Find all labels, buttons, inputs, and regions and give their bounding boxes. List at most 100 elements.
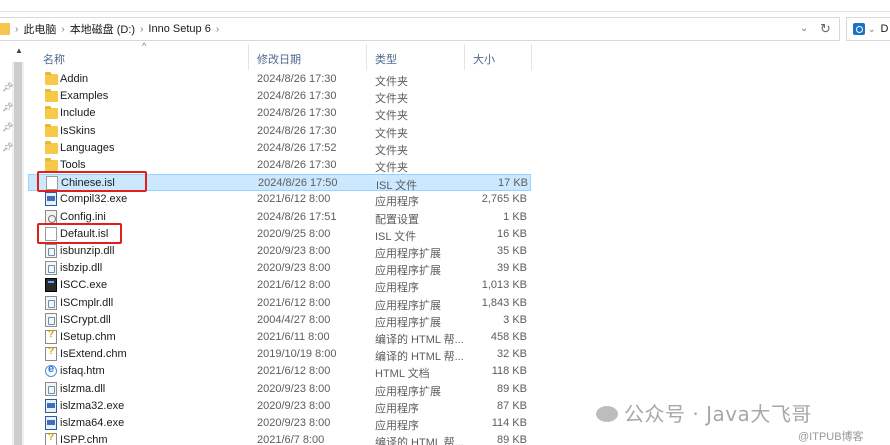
file-name: Config.ini bbox=[60, 210, 106, 223]
column-divider[interactable] bbox=[531, 44, 532, 70]
file-date-modified: 2020/9/23 8:00 bbox=[257, 417, 331, 429]
file-name: ISetup.chm bbox=[60, 331, 116, 343]
folder-icon bbox=[45, 72, 58, 85]
file-row[interactable]: isbzip.dll 2020/9/23 8:00 应用程序扩展 39 KB bbox=[28, 260, 531, 277]
file-row[interactable]: IsSkins 2024/8/26 17:30 文件夹 bbox=[28, 123, 531, 140]
chevron-right-icon[interactable]: › bbox=[140, 24, 143, 35]
sort-ascending-icon: ^ bbox=[142, 41, 147, 51]
file-row[interactable]: ISPP.chm2021/6/7 8:00编译的 HTML 帮...89 KB bbox=[28, 432, 531, 445]
chevron-right-icon[interactable]: › bbox=[15, 24, 18, 35]
wechat-icon bbox=[596, 405, 618, 422]
file-type: ISL 文件 bbox=[375, 230, 417, 243]
folder-icon bbox=[45, 140, 58, 154]
pin-icon[interactable]: 📌︎ bbox=[2, 82, 13, 93]
file-date-modified: 2019/10/19 8:00 bbox=[257, 348, 337, 361]
file-size: 89 KB bbox=[497, 382, 527, 395]
refresh-icon[interactable]: ↻ bbox=[820, 21, 831, 37]
watermark-text: 公众号 · Java大飞哥 bbox=[624, 402, 812, 426]
pin-icon[interactable]: 📌︎ bbox=[2, 102, 13, 113]
folder-icon bbox=[45, 123, 58, 137]
file-row[interactable]: ISCrypt.dll 2004/4/27 8:00 应用程序扩展 3 KB bbox=[28, 312, 531, 329]
file-size: 114 KB bbox=[491, 417, 527, 429]
file-name: islzma32.exe bbox=[60, 399, 125, 412]
file-name: ISCrypt.dll bbox=[60, 313, 111, 326]
file-date-modified: 2024/8/26 17:30 bbox=[257, 90, 337, 103]
breadcrumb-inno-setup[interactable]: Inno Setup 6 bbox=[148, 23, 210, 35]
file-date-modified: 2024/8/26 17:30 bbox=[257, 124, 337, 137]
search-icon[interactable] bbox=[853, 23, 865, 35]
file-date-modified: 2004/4/27 8:00 bbox=[257, 313, 331, 326]
column-header: ^ 名称 修改日期 类型 大小 bbox=[28, 41, 890, 70]
chevron-right-icon[interactable]: › bbox=[61, 24, 64, 35]
scrollbar-track[interactable] bbox=[12, 62, 24, 445]
column-divider[interactable] bbox=[464, 44, 465, 70]
chevron-down-icon[interactable]: ⌄ bbox=[868, 24, 876, 35]
watermark-sub: @ITPUB博客 bbox=[798, 431, 864, 443]
file-type: HTML 文档 bbox=[375, 368, 430, 381]
file-size: 39 KB bbox=[497, 262, 527, 275]
file-date-modified: 2024/8/26 17:52 bbox=[257, 141, 337, 154]
search-box[interactable]: ⌄ D bbox=[846, 17, 890, 41]
file-size: 16 KB bbox=[497, 227, 527, 240]
column-divider[interactable] bbox=[248, 44, 249, 70]
file-type: 应用程序 bbox=[375, 420, 419, 432]
file-row[interactable]: isbunzip.dll 2020/9/23 8:00 应用程序扩展 35 KB bbox=[28, 243, 531, 260]
file-row[interactable]: Addin 2024/8/26 17:30 文件夹 bbox=[28, 71, 531, 88]
browser-icon bbox=[45, 363, 57, 378]
console-icon bbox=[45, 278, 57, 293]
file-type: 配置设置 bbox=[375, 213, 419, 226]
file-row[interactable]: islzma64.exe 2020/9/23 8:00 应用程序 114 KB bbox=[28, 415, 531, 432]
file-date-modified: 2020/9/25 8:00 bbox=[257, 227, 331, 240]
watermark: 公众号 · Java大飞哥 bbox=[596, 398, 812, 427]
column-name[interactable]: 名称 bbox=[43, 51, 65, 67]
file-size: 1 KB bbox=[503, 210, 527, 223]
address-bar[interactable]: › 此电脑 › 本地磁盘 (D:) › Inno Setup 6 › ⌄ ↻ bbox=[0, 17, 840, 41]
file-row[interactable]: Compil32.exe 2021/6/12 8:00 应用程序 2,765 KB bbox=[28, 191, 531, 208]
file-size: 2,765 KB bbox=[481, 193, 527, 206]
file-date-modified: 2024/8/26 17:30 bbox=[257, 159, 337, 171]
pin-icon[interactable]: 📌︎ bbox=[2, 122, 13, 133]
file-date-modified: 2020/9/23 8:00 bbox=[257, 382, 331, 395]
chevron-right-icon[interactable]: › bbox=[216, 24, 219, 35]
file-row[interactable]: isfaq.htm 2021/6/12 8:00 HTML 文档 118 KB bbox=[28, 363, 531, 380]
file-row[interactable]: IsExtend.chm2019/10/19 8:00编译的 HTML 帮...… bbox=[28, 346, 531, 363]
column-divider[interactable] bbox=[366, 44, 367, 70]
chevron-down-icon[interactable]: ⌄ bbox=[800, 23, 808, 34]
file-date-modified: 2020/9/23 8:00 bbox=[257, 245, 331, 257]
file-row[interactable]: islzma.dll 2020/9/23 8:00 应用程序扩展 89 KB bbox=[28, 381, 531, 398]
file-name: IsSkins bbox=[60, 124, 96, 137]
file-row[interactable]: Languages 2024/8/26 17:52 文件夹 bbox=[28, 140, 531, 157]
dll-icon bbox=[45, 261, 57, 276]
column-size[interactable]: 大小 bbox=[473, 51, 495, 67]
file-row[interactable]: Include 2024/8/26 17:30 文件夹 bbox=[28, 105, 531, 122]
file-type: 应用程序 bbox=[375, 282, 419, 295]
file-row[interactable]: ISCC.exe 2021/6/12 8:00 应用程序 1,013 KB bbox=[28, 277, 531, 294]
file-date-modified: 2021/6/12 8:00 bbox=[257, 296, 331, 309]
file-name: Languages bbox=[60, 141, 115, 154]
navigation-pane: ▲ 📌︎ 📌︎ 📌︎ 📌︎ bbox=[0, 42, 28, 445]
file-type: 应用程序扩展 bbox=[375, 385, 441, 398]
file-name: isbzip.dll bbox=[60, 262, 103, 275]
file-name: isfaq.htm bbox=[60, 365, 105, 378]
folder-icon bbox=[45, 106, 58, 120]
exe-icon bbox=[45, 416, 57, 430]
file-date-modified: 2024/8/26 17:51 bbox=[257, 210, 337, 223]
file-row[interactable]: ISetup.chm2021/6/11 8:00编译的 HTML 帮...458… bbox=[28, 329, 531, 346]
scrollbar-thumb[interactable] bbox=[14, 62, 22, 445]
window-top-strip bbox=[0, 0, 890, 12]
file-date-modified: 2021/6/11 8:00 bbox=[257, 331, 330, 343]
file-row[interactable]: ISCmplr.dll 2021/6/12 8:00 应用程序扩展 1,843 KB bbox=[28, 295, 531, 312]
dll-icon bbox=[45, 381, 57, 396]
breadcrumb-this-pc[interactable]: 此电脑 bbox=[23, 21, 56, 37]
scroll-up-arrow-icon[interactable]: ▲ bbox=[13, 46, 25, 55]
ini-icon bbox=[45, 209, 57, 224]
file-row[interactable]: islzma32.exe 2020/9/23 8:00 应用程序 87 KB bbox=[28, 398, 531, 415]
file-row[interactable]: Examples 2024/8/26 17:30 文件夹 bbox=[28, 88, 531, 105]
pin-icon[interactable]: 📌︎ bbox=[2, 142, 13, 153]
column-type[interactable]: 类型 bbox=[375, 51, 397, 67]
folder-icon bbox=[45, 89, 58, 103]
column-date-modified[interactable]: 修改日期 bbox=[257, 51, 301, 67]
file-name: ISCC.exe bbox=[60, 279, 108, 292]
breadcrumb-drive-d[interactable]: 本地磁盘 (D:) bbox=[70, 21, 135, 37]
file-name: Examples bbox=[60, 90, 109, 103]
